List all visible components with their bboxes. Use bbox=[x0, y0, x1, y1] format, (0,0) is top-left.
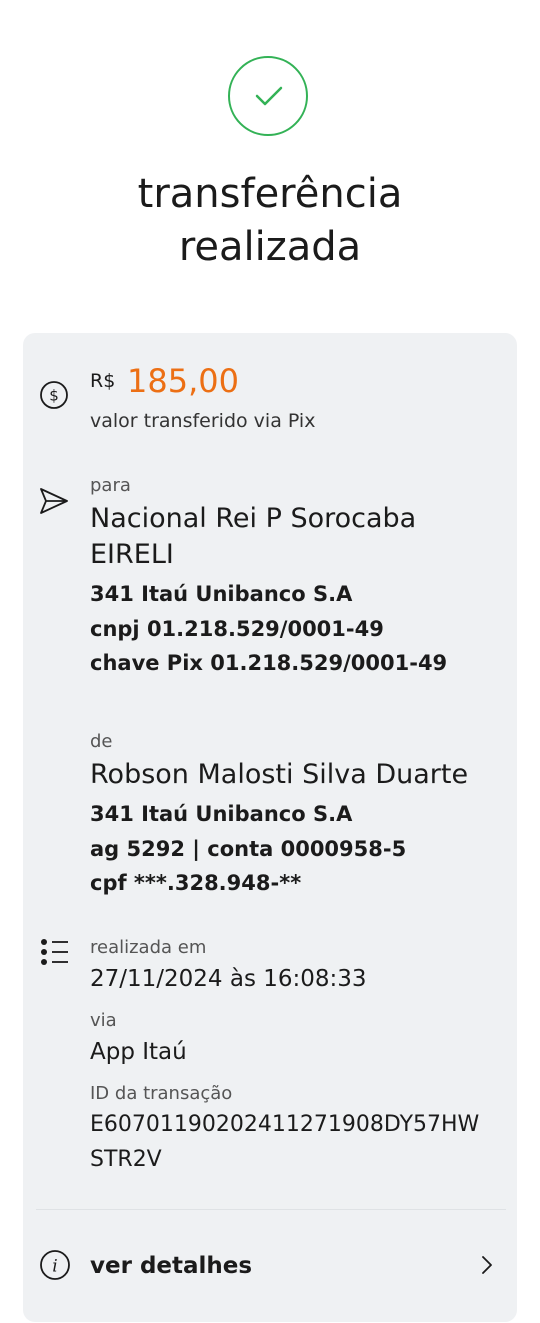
title-line-1: transferência bbox=[137, 171, 403, 217]
recipient-pix-key: chave Pix 01.218.529/0001-49 bbox=[90, 651, 448, 675]
transaction-id-line-1: E60701190202411271908DY57HW bbox=[90, 1112, 480, 1137]
transfer-receipt-screen: transferência realizada $ R$ 185,00 valo… bbox=[0, 0, 540, 1323]
recipient-name-line-2: EIRELI bbox=[90, 539, 174, 570]
sender-bank: 341 Itaú Unibanco S.A bbox=[90, 802, 353, 826]
title-line-2: realizada bbox=[178, 224, 362, 270]
transaction-id-line-2: STR2V bbox=[90, 1147, 162, 1172]
info-icon: i bbox=[40, 1250, 70, 1280]
transfer-amount: 185,00 bbox=[127, 362, 239, 400]
date-label: realizada em bbox=[90, 937, 207, 958]
success-check-icon bbox=[228, 56, 308, 136]
date-value: 27/11/2024 às 16:08:33 bbox=[90, 966, 367, 992]
recipient-name-line-1: Nacional Rei P Sorocaba bbox=[90, 503, 417, 534]
transaction-id-label: ID da transação bbox=[90, 1083, 233, 1104]
recipient-cnpj: cnpj 01.218.529/0001-49 bbox=[90, 617, 384, 641]
recipient-label: para bbox=[90, 475, 131, 496]
see-details-label: ver detalhes bbox=[90, 1253, 253, 1279]
receipt-card: $ R$ 185,00 valor transferido via Pix pa… bbox=[23, 333, 517, 1322]
svg-text:i: i bbox=[52, 1257, 57, 1277]
via-label: via bbox=[90, 1010, 117, 1031]
recipient-bank: 341 Itaú Unibanco S.A bbox=[90, 582, 353, 606]
amount-caption: valor transferido via Pix bbox=[90, 410, 316, 432]
svg-text:$: $ bbox=[49, 387, 59, 405]
see-details-button[interactable]: i ver detalhes bbox=[23, 1233, 517, 1303]
via-value: App Itaú bbox=[90, 1039, 187, 1065]
sender-cpf: cpf ***.328.948-** bbox=[90, 871, 302, 895]
sender-account: ag 5292 | conta 0000958-5 bbox=[90, 837, 407, 861]
sender-label: de bbox=[90, 731, 113, 752]
sender-name: Robson Malosti Silva Duarte bbox=[90, 759, 469, 790]
chevron-right-icon bbox=[482, 1256, 492, 1274]
currency-symbol: R$ bbox=[90, 370, 116, 392]
divider bbox=[36, 1209, 506, 1210]
list-icon bbox=[41, 939, 68, 965]
send-icon bbox=[40, 488, 68, 514]
page-title: transferência realizada bbox=[0, 168, 540, 274]
dollar-circle-icon: $ bbox=[40, 381, 68, 409]
